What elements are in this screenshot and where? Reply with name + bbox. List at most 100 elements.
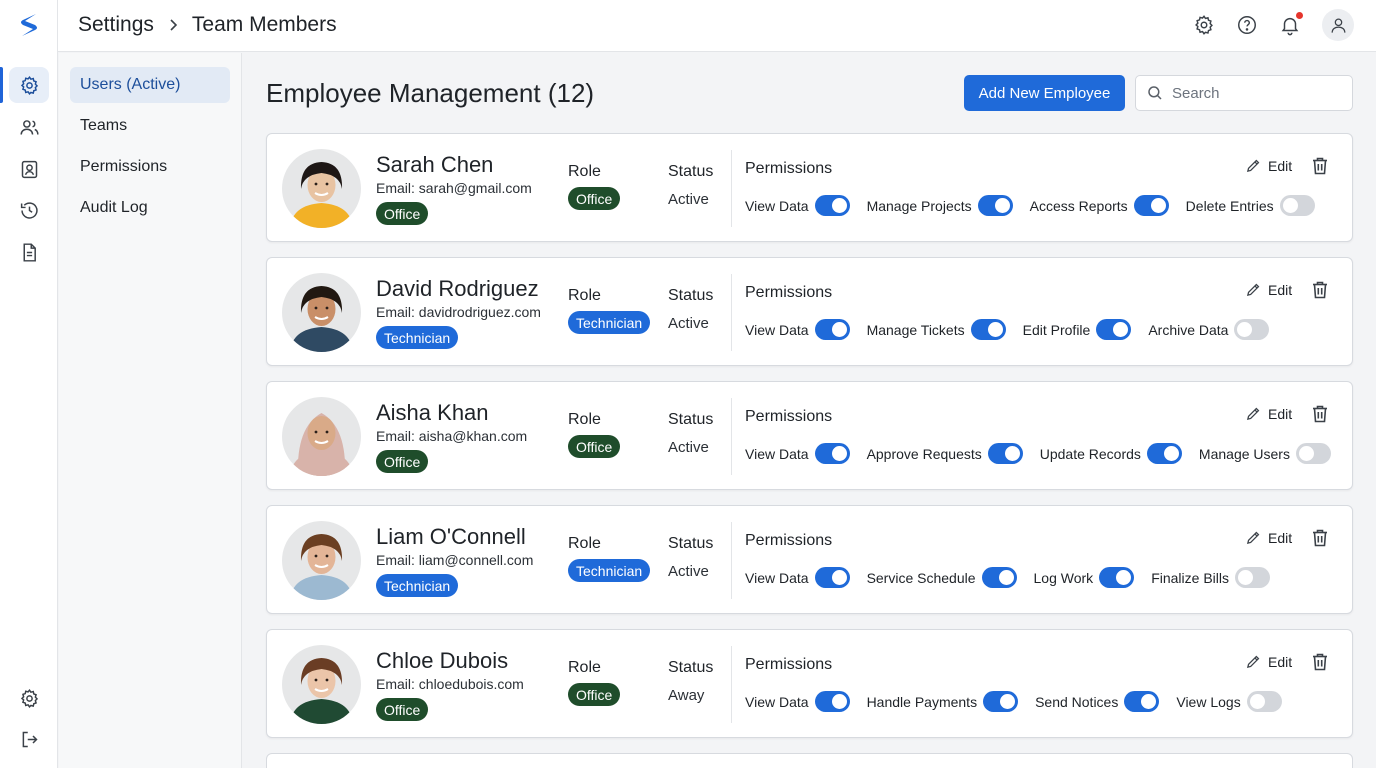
header-actions bbox=[1193, 9, 1354, 41]
delete-button[interactable] bbox=[1311, 404, 1329, 424]
breadcrumb-root[interactable]: Settings bbox=[78, 13, 154, 37]
edit-label: Edit bbox=[1268, 157, 1293, 174]
permission-toggle[interactable] bbox=[814, 567, 850, 588]
employee-card[interactable]: Liam O'Connell Email: liam@connell.com Tec… bbox=[266, 505, 1353, 614]
toggle-knob bbox=[1163, 446, 1179, 461]
employee-photo bbox=[282, 273, 361, 352]
rail-bottom-settings-button[interactable] bbox=[9, 680, 49, 716]
permission-toggle[interactable] bbox=[987, 443, 1023, 464]
employee-card[interactable]: Sarah Chen Email: sarah@gmail.com Office Ro… bbox=[266, 133, 1353, 242]
subnav-item-users-active[interactable]: Users (Active) bbox=[70, 67, 230, 103]
employee-card-partial[interactable] bbox=[266, 753, 1353, 768]
permission-label: Log Work bbox=[1033, 569, 1094, 586]
role-badge: Office bbox=[568, 683, 621, 706]
pencil-icon bbox=[1246, 655, 1260, 669]
permission-toggle[interactable] bbox=[1146, 443, 1182, 464]
permission-label: View Data bbox=[745, 321, 809, 338]
status-label: Status bbox=[668, 287, 714, 304]
permission-toggle[interactable] bbox=[1246, 691, 1282, 712]
logout-icon bbox=[22, 731, 38, 747]
user-menu-button[interactable] bbox=[1322, 9, 1354, 41]
delete-button[interactable] bbox=[1311, 652, 1329, 672]
edit-button[interactable]: Edit bbox=[1245, 157, 1292, 174]
employee-name: David Rodriguez bbox=[376, 276, 539, 301]
rail-history-button[interactable] bbox=[9, 192, 49, 228]
help-icon bbox=[1238, 16, 1256, 34]
edit-button[interactable]: Edit bbox=[1245, 405, 1292, 422]
status-value: Active bbox=[668, 315, 709, 332]
edit-button[interactable]: Edit bbox=[1245, 653, 1292, 670]
subnav-item-audit-log[interactable]: Audit Log bbox=[70, 190, 230, 226]
permission-toggle[interactable] bbox=[814, 195, 850, 216]
permission-toggle[interactable] bbox=[1279, 195, 1315, 216]
trash-icon bbox=[1313, 157, 1327, 175]
toggle-knob bbox=[831, 198, 847, 213]
rail-documents-button[interactable] bbox=[9, 234, 49, 270]
permission-toggle[interactable] bbox=[1234, 319, 1270, 340]
employee-card[interactable]: Chloe Dubois Email: chloedubois.com Office… bbox=[266, 629, 1353, 738]
permission-item: Access Reports bbox=[1030, 195, 1169, 216]
permission-item: Send Notices bbox=[1035, 691, 1160, 712]
add-new-employee-button[interactable]: Add New Employee bbox=[964, 75, 1125, 111]
status-label: Status bbox=[668, 659, 714, 676]
permission-toggle[interactable] bbox=[1235, 567, 1270, 588]
toggle-knob bbox=[831, 322, 847, 337]
rail-team-button[interactable] bbox=[9, 109, 49, 145]
notifications-button[interactable] bbox=[1279, 12, 1303, 36]
employee-type-badge: Office bbox=[376, 450, 429, 473]
gear-icon bbox=[20, 75, 38, 95]
delete-button[interactable] bbox=[1311, 528, 1329, 548]
employee-name: Sarah Chen bbox=[376, 152, 494, 177]
rail-contacts-button[interactable] bbox=[9, 151, 49, 187]
rail-active-indicator bbox=[0, 67, 3, 103]
permission-toggle[interactable] bbox=[814, 443, 850, 464]
user-icon bbox=[1331, 18, 1345, 33]
edit-button[interactable]: Edit bbox=[1245, 281, 1292, 298]
help-button[interactable] bbox=[1236, 14, 1258, 36]
permission-toggle[interactable] bbox=[983, 691, 1019, 712]
subnav-item-permissions[interactable]: Permissions bbox=[70, 149, 230, 185]
settings-subnav: Users (Active) Teams Permissions Audit L… bbox=[59, 53, 242, 768]
gear-icon bbox=[1195, 15, 1213, 35]
permission-item: View Logs bbox=[1176, 691, 1282, 712]
permissions-row: View Data Handle Payments Send Notices View… bbox=[745, 691, 1299, 712]
permission-item: View Data bbox=[745, 443, 850, 464]
status-label: Status bbox=[668, 163, 714, 180]
permission-toggle[interactable] bbox=[814, 691, 850, 712]
employee-card[interactable]: Aisha Khan Email: aisha@khan.com Office Rol… bbox=[266, 381, 1353, 490]
permission-toggle[interactable] bbox=[977, 195, 1013, 216]
toggle-knob bbox=[831, 570, 847, 585]
delete-button[interactable] bbox=[1311, 156, 1329, 176]
subnav-item-teams[interactable]: Teams bbox=[70, 108, 230, 144]
permission-toggle[interactable] bbox=[1295, 443, 1331, 464]
search-input[interactable] bbox=[1172, 84, 1342, 102]
section-divider bbox=[731, 646, 732, 723]
permission-label: View Data bbox=[745, 445, 809, 462]
employee-email: Email: chloedubois.com bbox=[376, 676, 524, 692]
permissions-row: View Data Manage Projects Access Reports De… bbox=[745, 195, 1332, 216]
permission-item: Update Records bbox=[1040, 443, 1182, 464]
permission-toggle[interactable] bbox=[970, 319, 1006, 340]
permission-label: Manage Projects bbox=[866, 197, 972, 214]
permission-item: Manage Users bbox=[1199, 443, 1331, 464]
employee-email: Email: liam@connell.com bbox=[376, 552, 534, 568]
permission-toggle[interactable] bbox=[814, 319, 850, 340]
permission-toggle[interactable] bbox=[1124, 691, 1160, 712]
delete-button[interactable] bbox=[1311, 280, 1329, 300]
status-value: Active bbox=[668, 563, 709, 580]
edit-button[interactable]: Edit bbox=[1245, 529, 1292, 546]
permission-label: Send Notices bbox=[1035, 693, 1119, 710]
permission-label: View Data bbox=[745, 569, 809, 586]
rail-logout-button[interactable] bbox=[9, 721, 49, 757]
avatar-photo bbox=[282, 397, 361, 476]
permission-toggle[interactable] bbox=[1096, 319, 1132, 340]
permission-toggle[interactable] bbox=[1099, 567, 1135, 588]
rail-settings-button[interactable] bbox=[9, 67, 49, 103]
permissions-heading: Permissions bbox=[745, 408, 833, 425]
permission-toggle[interactable] bbox=[981, 567, 1017, 588]
role-label: Role bbox=[568, 287, 601, 304]
employee-card[interactable]: David Rodriguez Email: davidrodriguez.com… bbox=[266, 257, 1353, 366]
app-logo-icon[interactable] bbox=[14, 10, 44, 40]
header-settings-button[interactable] bbox=[1193, 14, 1215, 36]
permission-toggle[interactable] bbox=[1133, 195, 1169, 216]
